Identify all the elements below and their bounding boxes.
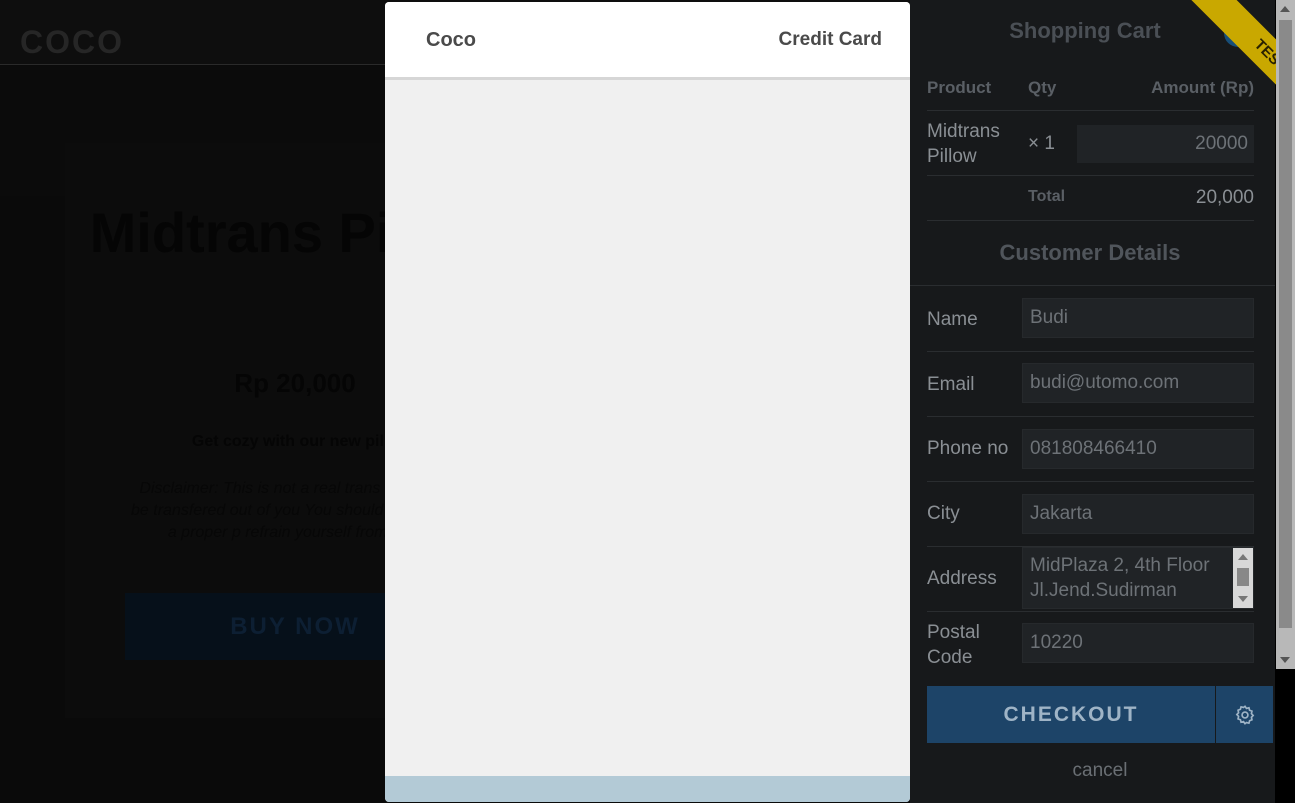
total-value: 20,000 [1195,187,1254,208]
city-label: City [927,503,960,524]
postal-row: Postal Code 10220 [927,612,1254,672]
total-label: Total [1028,188,1066,205]
checkout-button[interactable]: CHECKOUT [927,686,1215,743]
scroll-up-icon[interactable] [1238,554,1248,560]
cancel-link[interactable]: cancel [910,760,1290,782]
scroll-down-arrow-icon[interactable] [1280,657,1290,663]
store-logo: COCO [20,24,124,60]
cart-total-row: Total 20,000 [927,176,1254,221]
city-row: City Jakarta [927,493,1254,547]
name-label: Name [927,309,978,330]
modal-footer [385,776,910,802]
settings-button[interactable] [1216,686,1273,743]
email-row: Email budi@utomo.com [927,362,1254,417]
city-field[interactable]: Jakarta [1022,494,1254,534]
address-label: Address [927,568,997,589]
phone-field[interactable]: 081808466410 [1022,429,1254,469]
item-name: Midtrans Pillow [927,121,1000,167]
postal-label: Postal Code [927,622,980,668]
page-scroll-thumb[interactable] [1279,20,1292,628]
scroll-thumb[interactable] [1237,568,1249,586]
phone-row: Phone no 081808466410 [927,428,1254,482]
payment-method-title: Credit Card [778,29,882,50]
name-field[interactable]: Budi [1022,298,1254,338]
customer-details-title: Customer Details [999,240,1181,265]
scroll-up-arrow-icon[interactable] [1280,6,1290,12]
postal-field[interactable]: 10220 [1022,623,1254,663]
test-ribbon: TEST [1145,0,1295,150]
cart-panel: Shopping Cart 1 Product Qty Amount (Rp) … [910,0,1295,803]
section-divider [910,285,1275,286]
name-row: Name Budi [927,297,1254,352]
email-field[interactable]: budi@utomo.com [1022,363,1254,403]
address-scrollbar[interactable] [1233,548,1253,608]
address-row: Address MidPlaza 2, 4th Floor Jl.Jend.Su… [927,546,1254,612]
page-scrollbar[interactable] [1276,0,1295,669]
column-product: Product [927,78,992,97]
address-value: MidPlaza 2, 4th Floor Jl.Jend.Sudirman [1030,555,1210,601]
email-label: Email [927,374,975,395]
item-qty: × 1 [1028,133,1055,154]
scroll-down-icon[interactable] [1238,596,1248,602]
payment-modal: Coco Credit Card [385,2,910,802]
phone-label: Phone no [927,438,1009,459]
modal-header: Coco Credit Card [385,2,910,80]
address-textarea[interactable]: MidPlaza 2, 4th Floor Jl.Jend.Sudirman [1022,547,1254,609]
merchant-name: Coco [426,29,476,51]
column-qty: Qty [1028,78,1057,97]
gear-icon [1235,704,1254,725]
